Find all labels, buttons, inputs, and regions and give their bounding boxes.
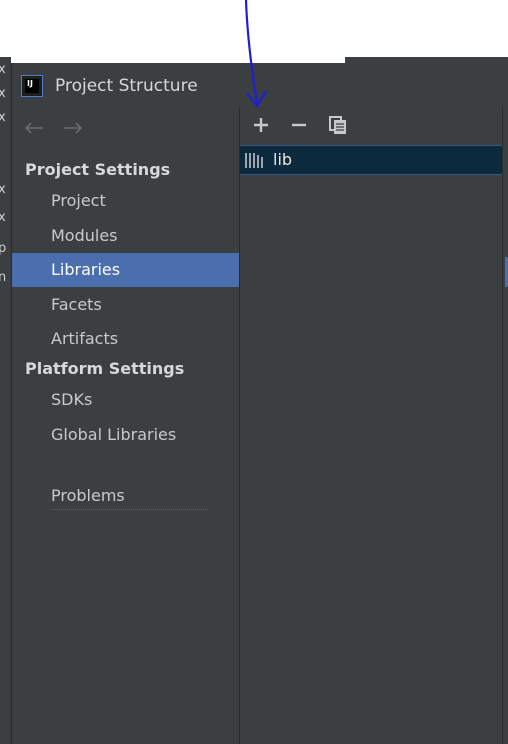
bg-glyph: x (0, 182, 6, 197)
library-icon (245, 152, 267, 173)
library-row[interactable]: lib (240, 145, 502, 175)
library-name: lib (273, 150, 293, 169)
forward-button[interactable] (62, 119, 84, 140)
sidebar-item-project[interactable]: Project (12, 184, 239, 218)
right-panel-edge (502, 107, 508, 744)
bg-glyph: n (0, 270, 7, 285)
sidebar-item-artifacts[interactable]: Artifacts (12, 322, 239, 356)
sidebar-item-modules[interactable]: Modules (12, 219, 239, 253)
section-project-settings: Project Settings (25, 160, 171, 179)
background-window-edge: x x x x x p n (0, 57, 11, 744)
arrow-left-icon (24, 122, 43, 134)
sidebar: Project Settings Project Modules Librari… (12, 107, 239, 744)
arrow-right-icon (64, 122, 83, 134)
libraries-panel: lib (240, 107, 502, 744)
sidebar-item-problems[interactable]: Problems (12, 479, 239, 513)
sidebar-item-sdks[interactable]: SDKs (12, 383, 239, 417)
sidebar-item-global-libraries[interactable]: Global Libraries (12, 418, 239, 452)
section-platform-settings: Platform Settings (25, 359, 185, 378)
project-structure-dialog: IJ Project Structure Project Settings Pr… (11, 63, 508, 744)
sidebar-item-facets[interactable]: Facets (12, 288, 239, 322)
bg-glyph: p (0, 241, 7, 256)
back-button[interactable] (23, 119, 45, 140)
annotation-arrow-icon (244, 0, 267, 108)
bg-glyph: x (0, 210, 6, 225)
sidebar-item-libraries[interactable]: Libraries (12, 253, 239, 287)
